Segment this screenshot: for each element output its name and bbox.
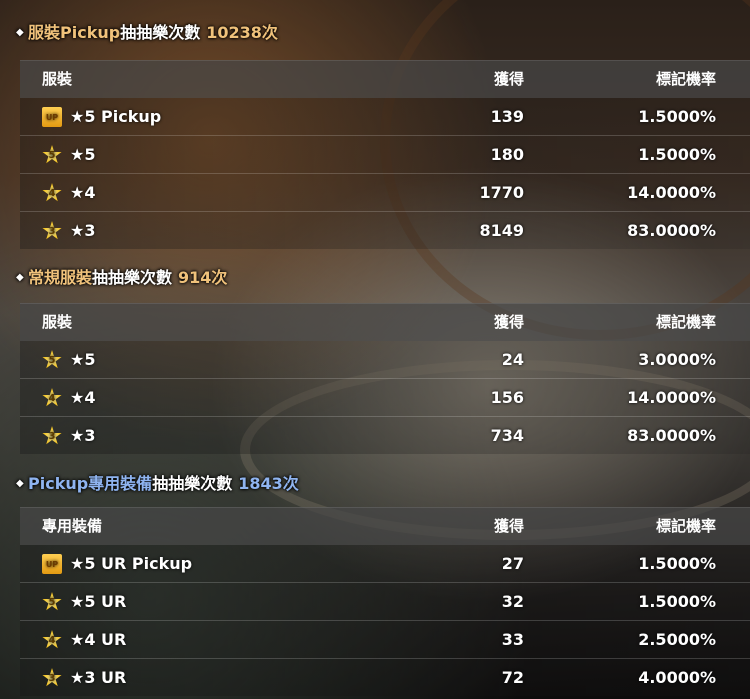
obtained-value: 1770 [479,183,524,202]
table-row: UP ★5 UR Pickup 27 1.5000% [20,545,750,582]
table-header: 專用裝備 獲得 標記機率 [20,507,750,545]
header-rate: 標記機率 [655,70,716,88]
obtained-value: 180 [490,145,524,164]
star3-badge-icon: 3 [42,668,62,687]
table-row: 5 ★5 180 1.5000% [20,135,750,173]
rarity-label: ★4 UR [70,630,127,649]
header-item: 服裝 [42,70,73,88]
obtained-value: 8149 [479,221,524,240]
rate-value: 14.0000% [627,388,716,407]
obtained-value: 32 [501,592,524,611]
rarity-label: ★4 [70,183,96,202]
diamond-bullet-icon: ◆ [16,272,24,283]
pull-count: 10238次 [206,23,278,42]
rarity-label: ★3 UR [70,668,127,687]
title-text: 抽抽樂次數 [92,268,173,287]
table-row: 4 ★4 156 14.0000% [20,378,750,416]
header-rate: 標記機率 [655,517,716,535]
table-row: 3 ★3 UR 72 4.0000% [20,658,750,696]
rate-value: 1.5000% [638,592,716,611]
table-row: UP ★5 Pickup 139 1.5000% [20,98,750,135]
pull-count: 1843次 [238,474,299,493]
rarity-label: ★5 [70,350,96,369]
header-item: 服裝 [42,313,73,331]
table-row: 5 ★5 UR 32 1.5000% [20,582,750,620]
obtained-value: 33 [501,630,524,649]
obtained-value: 734 [490,426,524,445]
up-badge-icon: UP [42,554,62,574]
rate-value: 3.0000% [638,350,716,369]
diamond-bullet-icon: ◆ [16,27,24,38]
title-accent: Pickup專用裝備 [28,474,153,493]
rarity-label: ★5 Pickup [70,107,162,126]
table-header: 服裝 獲得 標記機率 [20,60,750,98]
star4-badge-icon: 4 [42,183,62,202]
pull-count: 914次 [178,268,228,287]
rarity-label: ★3 [70,221,96,240]
title-accent: 常規服裝 [28,268,93,287]
star3-badge-icon: 3 [42,221,62,240]
obtained-value: 24 [501,350,524,369]
title-text: 抽抽樂次數 [120,23,201,42]
rarity-label: ★4 [70,388,96,407]
table-header: 服裝 獲得 標記機率 [20,303,750,341]
up-badge-icon: UP [42,107,62,127]
rate-value: 83.0000% [627,221,716,240]
rarity-label: ★5 UR [70,592,127,611]
star4-badge-icon: 4 [42,630,62,649]
table-row: 5 ★5 24 3.0000% [20,341,750,378]
rarity-label: ★5 [70,145,96,164]
title-text: 抽抽樂次數 [152,474,233,493]
rate-value: 83.0000% [627,426,716,445]
obtained-value: 139 [490,107,524,126]
rate-value: 14.0000% [627,183,716,202]
star5-badge-icon: 5 [42,145,62,164]
table-row: 4 ★4 1770 14.0000% [20,173,750,211]
diamond-bullet-icon: ◆ [16,478,24,489]
costume-pickup-section: ◆ 服裝Pickup抽抽樂次數 10238次 服裝 獲得 標記機率 UP ★5 P… [0,18,750,249]
section-title: ◆ 常規服裝抽抽樂次數 914次 [0,263,750,293]
rate-value: 2.5000% [638,630,716,649]
rate-value: 1.5000% [638,145,716,164]
header-rate: 標記機率 [655,313,716,331]
regular-costume-section: ◆ 常規服裝抽抽樂次數 914次 服裝 獲得 標記機率 5 ★5 24 3.000… [0,263,750,454]
rate-value: 1.5000% [638,554,716,573]
rate-value: 4.0000% [638,668,716,687]
star5-badge-icon: 5 [42,350,62,369]
header-item: 專用裝備 [42,517,103,535]
header-obtained: 獲得 [493,517,524,535]
star4-badge-icon: 4 [42,388,62,407]
table-row: 4 ★4 UR 33 2.5000% [20,620,750,658]
star3-badge-icon: 3 [42,426,62,445]
rarity-label: ★3 [70,426,96,445]
rarity-label: ★5 UR Pickup [70,554,193,573]
header-obtained: 獲得 [493,70,524,88]
obtained-value: 27 [501,554,524,573]
rate-value: 1.5000% [638,107,716,126]
title-accent: 服裝Pickup [28,23,121,42]
table-row: 3 ★3 8149 83.0000% [20,211,750,249]
pickup-equipment-section: ◆ Pickup專用裝備抽抽樂次數 1843次 專用裝備 獲得 標記機率 UP ★… [0,469,750,696]
table-row: 3 ★3 734 83.0000% [20,416,750,454]
section-title: ◆ Pickup專用裝備抽抽樂次數 1843次 [0,469,750,499]
obtained-value: 72 [501,668,524,687]
obtained-value: 156 [490,388,524,407]
star5-badge-icon: 5 [42,592,62,611]
header-obtained: 獲得 [493,313,524,331]
section-title: ◆ 服裝Pickup抽抽樂次數 10238次 [0,18,750,48]
